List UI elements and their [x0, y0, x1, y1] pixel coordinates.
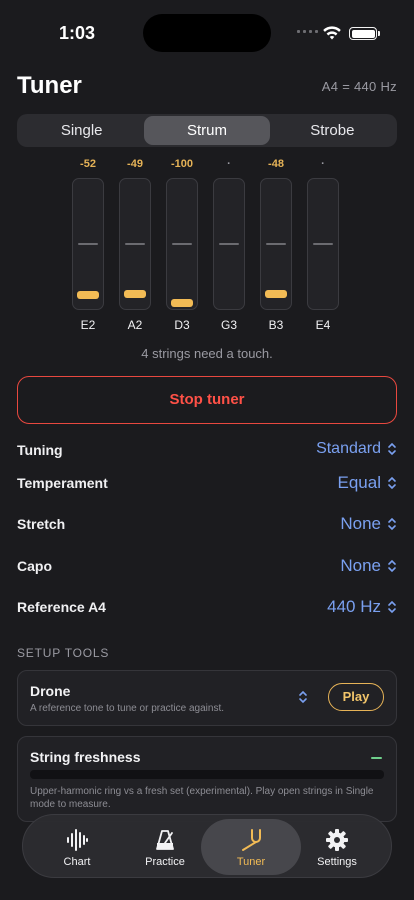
freshness-meter [30, 770, 384, 779]
wifi-icon [323, 26, 341, 40]
cents-readout: -52 [80, 158, 96, 170]
chevron-up-down-icon [388, 559, 396, 573]
status-time: 1:03 [59, 23, 96, 43]
cents-readout: · [321, 158, 325, 170]
tuning-value: Standard [316, 440, 381, 457]
mode-strum-tab[interactable]: Strum [144, 116, 270, 145]
cents-readout: · [227, 158, 231, 170]
stretch-value: None [340, 514, 381, 533]
battery-icon [349, 27, 380, 40]
meter-track [307, 178, 339, 310]
string-freshness-card: String freshness Upper-harmonic ring vs … [17, 736, 397, 822]
drone-card: Drone A reference tone to tune or practi… [17, 670, 397, 726]
tuning-fork-icon [242, 829, 261, 851]
tab-practice[interactable]: Practice [121, 819, 209, 875]
in-tune-line [266, 243, 286, 245]
stretch-picker[interactable]: None [340, 514, 397, 534]
string-meters: -52 E2 -49 A2 -100 D3 · G3 -48 B3 · E4 [72, 158, 342, 338]
meter-track [72, 178, 104, 310]
temperament-label: Temperament [17, 475, 108, 491]
tab-tuner-label: Tuner [236, 856, 266, 868]
mode-strobe-tab[interactable]: Strobe [270, 116, 395, 145]
pitch-needle [265, 290, 287, 298]
chevron-up-down-icon [388, 442, 396, 456]
tab-chart[interactable]: Chart [33, 819, 121, 875]
string-note-label: B3 [268, 318, 284, 332]
meter-track [166, 178, 198, 310]
mode-segmented-control: Single Strum Strobe [17, 114, 397, 147]
tab-chart-label: Chart [63, 856, 91, 868]
tab-bar: Chart Practice Tuner Settings [22, 814, 392, 878]
meter-track [213, 178, 245, 310]
reference-a4-picker[interactable]: 440 Hz [327, 597, 397, 617]
in-tune-line [219, 243, 239, 245]
reference-pitch-label: A4 = 440 Hz [321, 79, 397, 94]
string-note-label: D3 [174, 318, 190, 332]
string-note-label: A2 [127, 318, 143, 332]
tab-settings[interactable]: Settings [293, 819, 381, 875]
drone-title: Drone [30, 683, 71, 699]
pitch-needle [77, 290, 99, 299]
string-freshness-description: Upper-harmonic ring vs a fresh set (expe… [30, 786, 374, 810]
tuning-hint: 4 strings need a touch. [141, 346, 273, 361]
cents-readout: -100 [170, 158, 194, 170]
tuning-label: Tuning [17, 442, 63, 458]
tab-tuner[interactable]: Tuner [201, 819, 301, 875]
string-note-label: G3 [220, 318, 237, 332]
chevron-up-down-icon [388, 600, 396, 614]
mode-single-tab[interactable]: Single [19, 116, 144, 145]
chevron-up-down-icon [388, 476, 396, 490]
setup-tools-header: SETUP TOOLS [17, 646, 110, 660]
string-note-label: E2 [80, 318, 96, 332]
capo-value: None [340, 556, 381, 575]
reference-a4-value: 440 Hz [327, 597, 381, 616]
stop-tuner-button[interactable]: Stop tuner [17, 376, 397, 424]
pitch-needle [124, 290, 146, 299]
cents-readout: -48 [268, 158, 284, 170]
tab-settings-label: Settings [317, 856, 357, 868]
reference-a4-label: Reference A4 [17, 599, 106, 615]
meter-track [260, 178, 292, 310]
waveform-icon [67, 829, 88, 851]
cellular-signal-icon [297, 30, 318, 33]
drone-play-button[interactable]: Play [328, 683, 384, 711]
capo-picker[interactable]: None [340, 556, 397, 576]
pitch-needle [171, 299, 193, 307]
drone-subtitle: A reference tone to tune or practice aga… [30, 703, 225, 714]
freshness-collapse-icon[interactable] [371, 757, 382, 759]
cents-readout: -49 [127, 158, 143, 170]
temperament-value: Equal [337, 473, 381, 492]
in-tune-line [78, 243, 98, 245]
capo-label: Capo [17, 558, 52, 574]
page-title: Tuner [17, 72, 82, 99]
chevron-up-down-icon [388, 517, 396, 531]
tuning-picker[interactable]: Standard [316, 440, 397, 458]
in-tune-line [313, 243, 333, 245]
stretch-label: Stretch [17, 516, 66, 532]
string-freshness-title: String freshness [30, 749, 141, 765]
drone-note-stepper-icon[interactable] [298, 689, 308, 705]
in-tune-line [125, 243, 145, 245]
metronome-icon [156, 830, 174, 850]
string-note-label: E4 [315, 318, 331, 332]
meter-track [119, 178, 151, 310]
gear-icon [326, 829, 348, 851]
tab-practice-label: Practice [145, 856, 185, 868]
in-tune-line [172, 243, 192, 245]
dynamic-island [143, 14, 271, 52]
temperament-picker[interactable]: Equal [338, 473, 397, 493]
